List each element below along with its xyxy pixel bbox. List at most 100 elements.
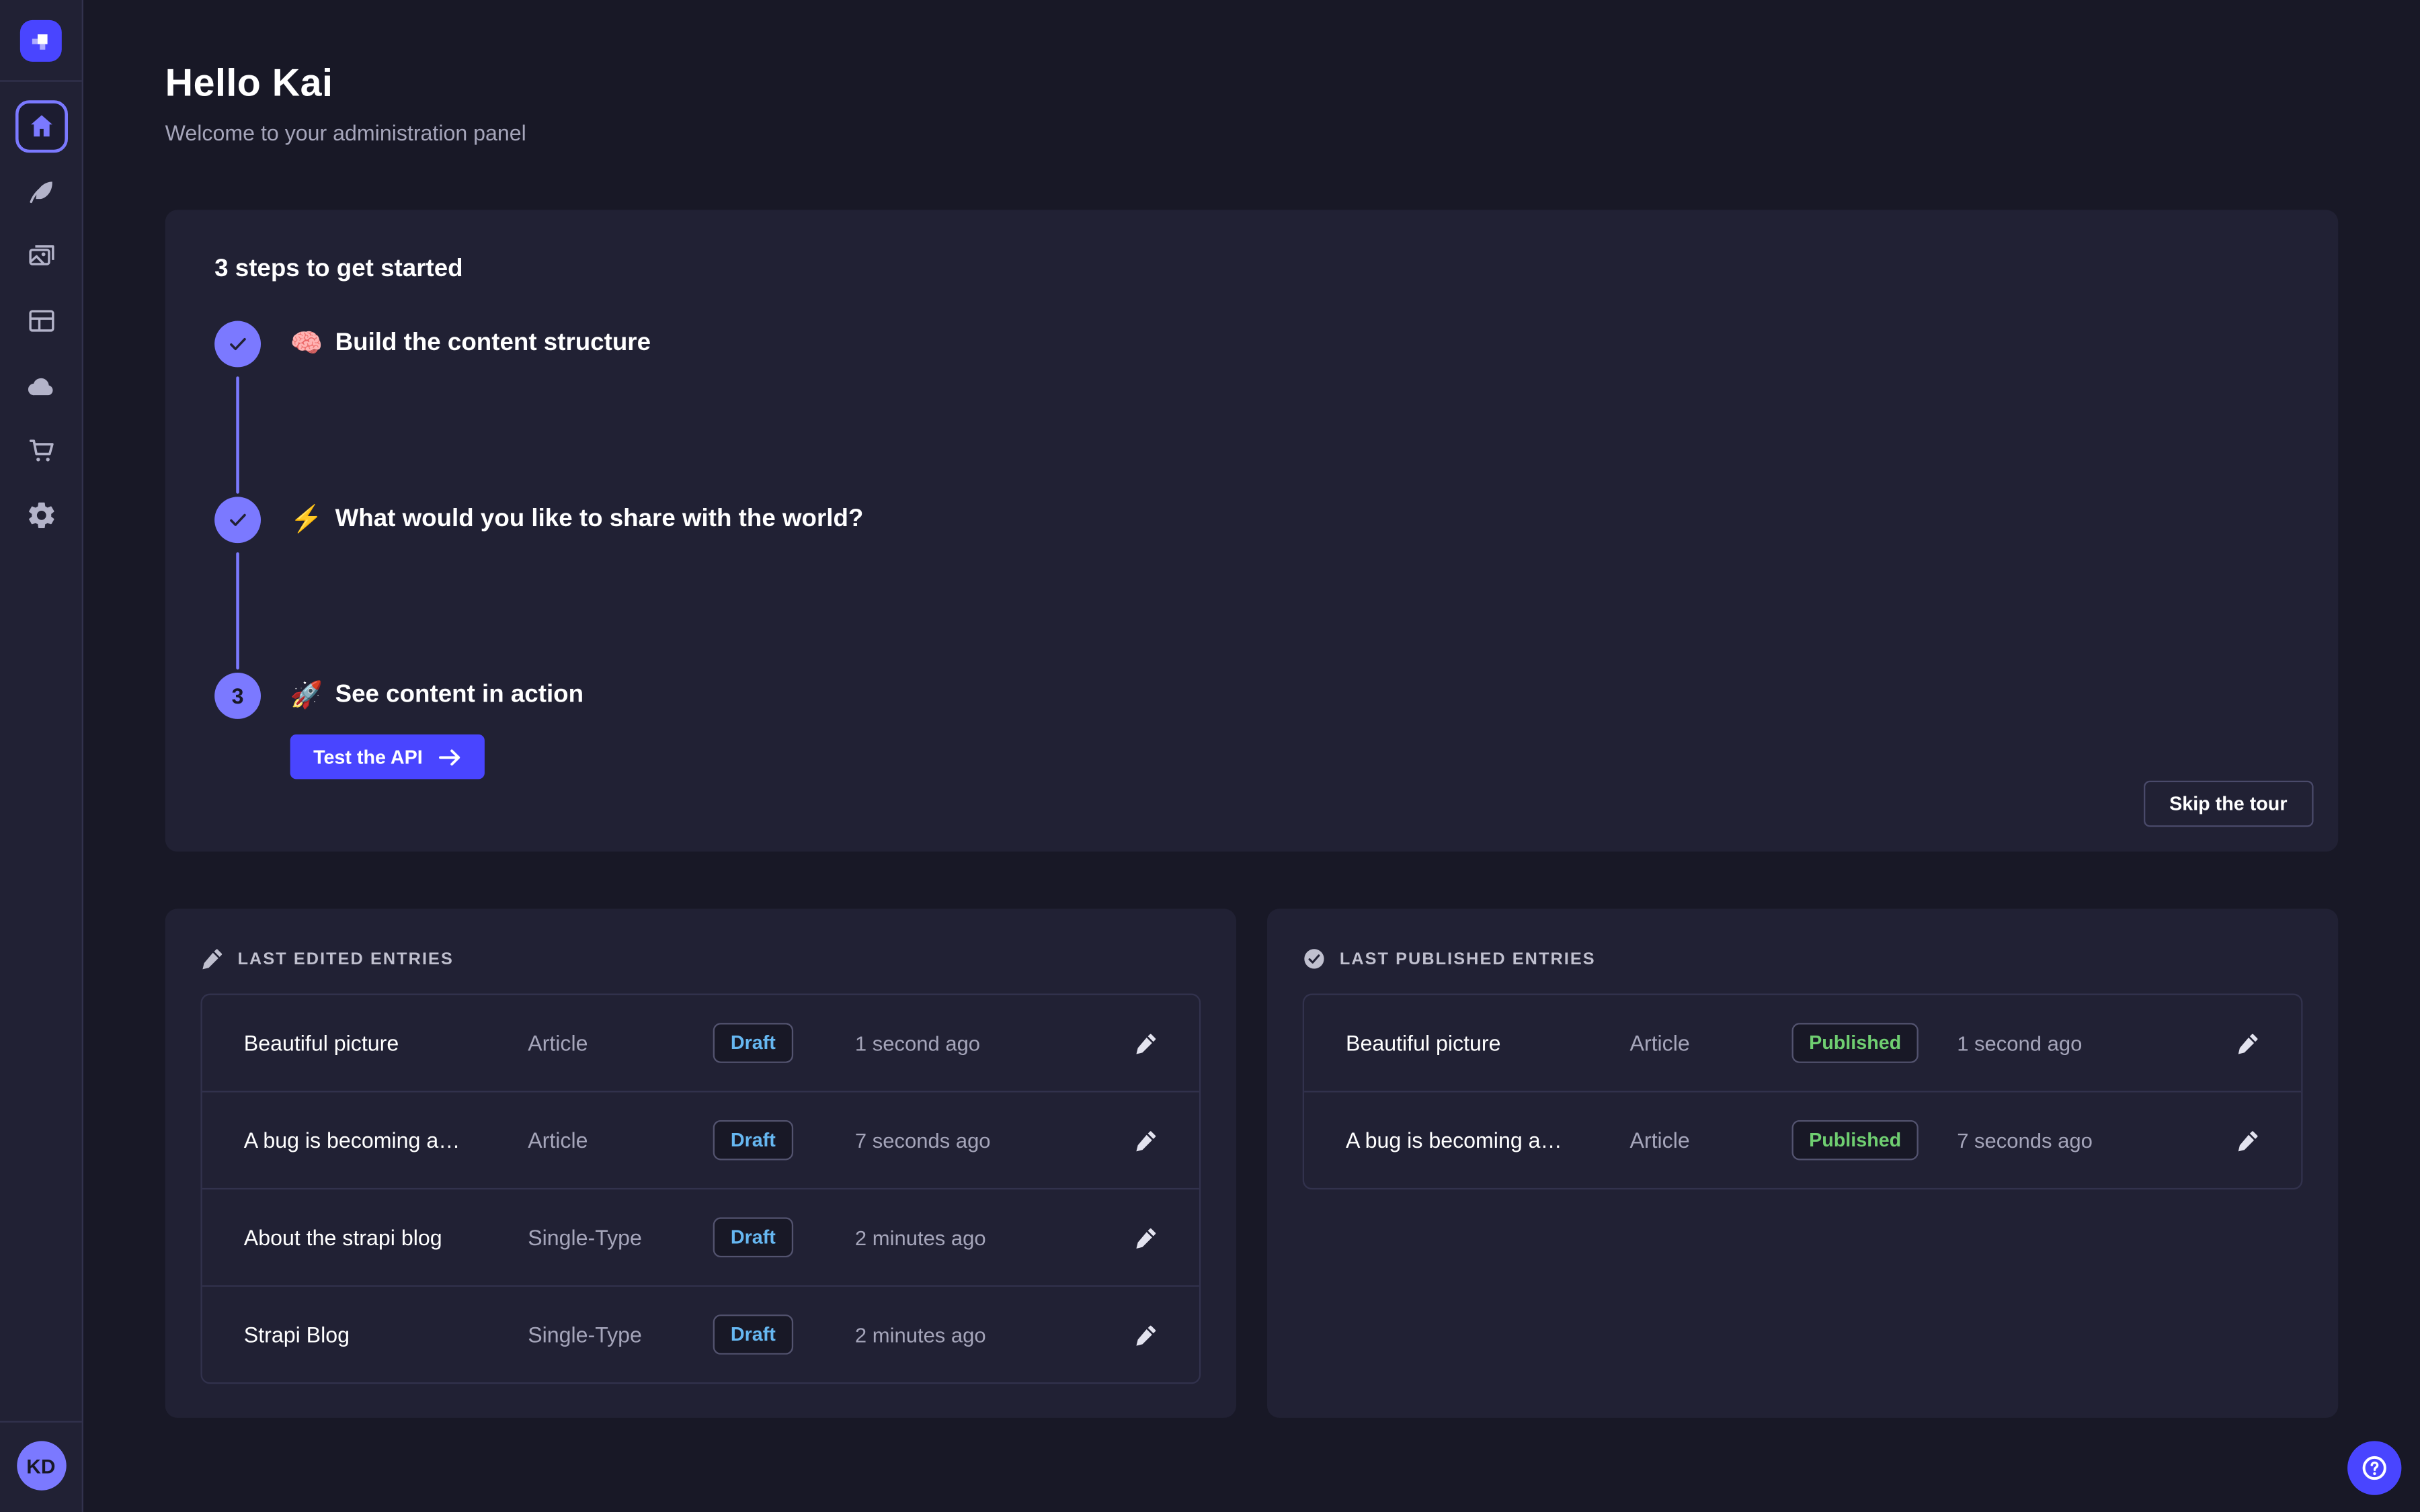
status-badge: Published <box>1792 1120 1919 1161</box>
lightning-emoji: ⚡ <box>290 505 323 536</box>
entry-time: 1 second ago <box>855 1032 1121 1054</box>
onboarding-step-2: ⚡ What would you like to share with the … <box>214 497 2289 673</box>
entry-row[interactable]: About the strapi blog Single-Type Draft … <box>202 1188 1199 1286</box>
entry-row[interactable]: Beautiful picture Article Published 1 se… <box>1304 995 2301 1091</box>
status-badge: Draft <box>714 1217 793 1257</box>
strapi-logo-glyph <box>28 28 54 54</box>
last-edited-table: Beautiful picture Article Draft 1 second… <box>200 994 1201 1384</box>
page-subtitle: Welcome to your administration panel <box>165 120 2339 145</box>
last-published-panel: LAST PUBLISHED ENTRIES Beautiful picture… <box>1267 909 2338 1418</box>
entry-type: Single-Type <box>528 1225 651 1250</box>
step-label: Build the content structure <box>335 330 651 358</box>
pencil-icon <box>1134 1226 1157 1249</box>
sidebar-divider <box>0 80 82 81</box>
entry-type: Single-Type <box>528 1322 651 1347</box>
panel-title: LAST EDITED ENTRIES <box>238 950 454 968</box>
skip-the-tour-button[interactable]: Skip the tour <box>2143 781 2313 827</box>
home-icon <box>26 111 56 142</box>
entry-title: A bug is becoming a… <box>1346 1128 1629 1152</box>
sidebar-bottom: KD <box>0 1421 82 1512</box>
entry-time: 2 minutes ago <box>855 1226 1121 1249</box>
onboarding-step-1: 🧠 Build the content structure <box>214 321 2289 497</box>
step-connector-line <box>236 376 239 493</box>
status-badge: Draft <box>714 1023 793 1063</box>
entry-title: Strapi Blog <box>244 1322 528 1347</box>
entry-time: 2 minutes ago <box>855 1323 1121 1346</box>
question-mark-icon <box>2360 1454 2389 1483</box>
entry-type: Article <box>1629 1031 1753 1056</box>
edit-entry-button[interactable] <box>1121 1032 1158 1054</box>
feather-pen-icon <box>26 176 56 207</box>
entry-time: 7 seconds ago <box>1957 1128 2222 1151</box>
sidebar-item-home[interactable] <box>15 100 67 153</box>
panel-title: LAST PUBLISHED ENTRIES <box>1340 950 1596 968</box>
sidebar-divider <box>0 1421 82 1423</box>
gear-icon <box>26 500 56 531</box>
entry-title: Beautiful picture <box>244 1031 528 1056</box>
sidebar-item-settings[interactable] <box>15 489 67 542</box>
test-the-api-label: Test the API <box>313 746 423 767</box>
check-icon <box>227 509 248 531</box>
sidebar-item-cloud[interactable] <box>15 360 67 412</box>
entry-type: Article <box>528 1031 651 1056</box>
onboarding-card: 3 steps to get started 🧠 Build the conte… <box>165 210 2339 851</box>
pencil-icon <box>1134 1032 1157 1054</box>
page-title: Hello Kai <box>165 62 2339 107</box>
check-icon <box>227 333 248 355</box>
check-circle-icon <box>1303 948 1326 970</box>
pencil-icon <box>1134 1128 1157 1151</box>
layout-icon <box>26 306 56 337</box>
entry-row[interactable]: A bug is becoming a… Article Published 7… <box>1304 1091 2301 1188</box>
status-badge: Draft <box>714 1314 793 1355</box>
entry-time: 7 seconds ago <box>855 1128 1121 1151</box>
edit-entry-button[interactable] <box>2222 1128 2259 1151</box>
user-avatar[interactable]: KD <box>16 1441 65 1490</box>
edit-entry-button[interactable] <box>1121 1128 1158 1151</box>
pencil-icon <box>1134 1323 1157 1346</box>
entry-title: About the strapi blog <box>244 1225 528 1250</box>
entry-row[interactable]: Beautiful picture Article Draft 1 second… <box>202 995 1199 1091</box>
pencil-icon <box>200 948 223 970</box>
onboarding-title: 3 steps to get started <box>214 256 2289 284</box>
edit-entry-button[interactable] <box>2222 1032 2259 1054</box>
sidebar-item-content-type-builder[interactable] <box>15 295 67 347</box>
last-edited-panel: LAST EDITED ENTRIES Beautiful picture Ar… <box>165 909 1236 1418</box>
onboarding-steps: 🧠 Build the content structure ⚡ What wou… <box>214 321 2289 780</box>
edit-entry-button[interactable] <box>1121 1323 1158 1346</box>
step-label: What would you like to share with the wo… <box>335 506 864 534</box>
images-icon <box>26 241 56 271</box>
onboarding-step-3: 3 🚀 See content in action Test the API <box>214 673 2289 779</box>
entry-type: Article <box>528 1128 651 1152</box>
step-number-circle: 3 <box>214 673 261 719</box>
edit-entry-button[interactable] <box>1121 1226 1158 1249</box>
shopping-cart-icon <box>26 435 56 466</box>
rocket-emoji: 🚀 <box>290 680 323 711</box>
brain-emoji: 🧠 <box>290 329 323 360</box>
arrow-right-icon <box>438 747 461 766</box>
test-the-api-button[interactable]: Test the API <box>290 734 485 780</box>
entry-time: 1 second ago <box>1957 1032 2222 1054</box>
entries-panels: LAST EDITED ENTRIES Beautiful picture Ar… <box>165 909 2339 1418</box>
sidebar-item-media-library[interactable] <box>15 230 67 282</box>
main-content: Hello Kai Welcome to your administration… <box>83 0 2420 1512</box>
step-check-circle <box>214 321 261 368</box>
help-button[interactable] <box>2347 1441 2401 1495</box>
pencil-icon <box>2236 1128 2259 1151</box>
sidebar-item-content-manager[interactable] <box>15 165 67 218</box>
entry-row[interactable]: A bug is becoming a… Article Draft 7 sec… <box>202 1091 1199 1188</box>
pencil-icon <box>2236 1032 2259 1054</box>
step-label: See content in action <box>335 682 583 710</box>
sidebar-item-marketplace[interactable] <box>15 424 67 476</box>
cloud-icon <box>25 370 57 402</box>
entry-title: Beautiful picture <box>1346 1031 1629 1056</box>
strapi-logo[interactable] <box>20 20 62 62</box>
status-badge: Draft <box>714 1120 793 1161</box>
step-connector-line <box>236 552 239 669</box>
sidebar: KD <box>0 0 83 1512</box>
sidebar-nav <box>15 100 67 542</box>
entry-row[interactable]: Strapi Blog Single-Type Draft 2 minutes … <box>202 1285 1199 1382</box>
entry-title: A bug is becoming a… <box>244 1128 528 1152</box>
step-check-circle <box>214 497 261 543</box>
strapi-admin-app: KD Hello Kai Welcome to your administrat… <box>0 0 2420 1512</box>
last-published-table: Beautiful picture Article Published 1 se… <box>1303 994 2303 1190</box>
